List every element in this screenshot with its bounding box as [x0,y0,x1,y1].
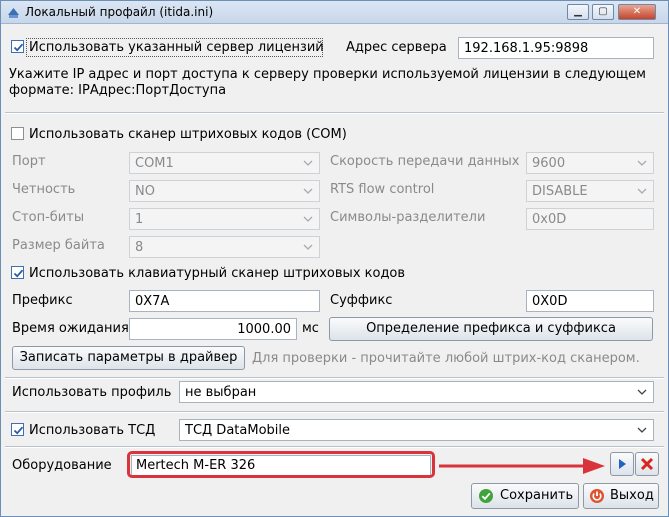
chevron-down-icon [303,160,313,166]
write-to-driver-button[interactable]: Записать параметры в драйвер [12,346,245,370]
use-keyboard-scanner-checkbox[interactable] [11,266,24,279]
checkmark-icon [13,269,24,278]
chevron-down-icon [303,188,313,194]
server-address-label: Адрес сервера [346,40,447,55]
baud-rate-value: 9600 [532,156,566,171]
chevron-down-icon [637,389,647,395]
equipment-label: Оборудование [12,458,112,473]
detect-prefix-suffix-button[interactable]: Определение префикса и суффикса [329,317,653,341]
suffix-input[interactable]: 0X0D [526,290,654,312]
delete-icon [640,457,654,471]
stop-bits-label: Стоп-биты [12,210,85,225]
stop-bits-value: 1 [135,212,144,227]
baud-rate-select[interactable]: 9600 [526,152,654,174]
chevron-down-icon [303,216,313,222]
timeout-input[interactable]: 1000.00 [129,318,297,340]
chevron-down-icon [303,244,313,250]
app-icon [8,8,19,18]
window-title: Локальный профайл (itida.ini) [25,5,214,19]
divider [5,377,664,379]
timeout-unit: мс [302,321,319,336]
play-icon [619,459,626,469]
use-license-server-label[interactable]: Использовать указанный сервер лицензий [29,40,324,55]
baud-rate-label: Скорость передачи данных [330,154,520,169]
divider [5,112,664,114]
prefix-label: Префикс [12,293,73,308]
clear-equipment-button[interactable] [635,452,659,476]
checkmark-icon [13,426,24,435]
use-tsd-checkbox[interactable] [11,423,24,436]
prefix-input[interactable]: 0X7A [129,290,320,312]
exit-button[interactable]: Выход [583,483,659,509]
use-com-scanner-label[interactable]: Использовать сканер штриховых кодов (COM… [29,127,347,142]
use-keyboard-scanner-label[interactable]: Использовать клавиатурный сканер штрихов… [29,266,405,281]
divider [5,446,664,448]
profile-value: не выбран [185,385,257,400]
chevron-down-icon [637,427,647,433]
title-bar: Локальный профайл (itida.ini) ▁ ▢ ✕ [1,1,668,24]
save-button[interactable]: Сохранить [471,483,579,509]
suffix-label: Суффикс [330,293,393,308]
delimiters-input[interactable]: 0x0D [526,208,654,230]
write-hint: Для проверки - прочитайте любой штрих-ко… [252,351,640,366]
rts-flow-select[interactable]: DISABLE [526,180,654,202]
maximize-icon[interactable]: ▢ [592,4,614,20]
exit-button-label: Выход [610,488,654,503]
port-value: COM1 [135,156,174,171]
use-tsd-label[interactable]: Использовать ТСД [29,423,155,438]
tsd-value: ТСД DataMobile [185,423,290,438]
parity-label: Четность [12,182,76,197]
server-address-input[interactable]: 192.168.1.95:9898 [458,37,654,59]
minimize-icon[interactable]: ▁ [567,4,589,20]
stop-bits-select[interactable]: 1 [129,208,320,230]
chevron-down-icon [637,188,647,194]
byte-size-value: 8 [135,240,144,255]
chevron-down-icon [637,160,647,166]
power-icon [590,489,604,503]
timeout-label: Время ожидания [12,321,129,336]
license-hint-line2: формате: IPАдрес:ПортДоступа [9,83,227,98]
delimiters-label: Символы-разделители [330,210,486,225]
rts-flow-label: RTS flow control [330,182,435,197]
byte-size-label: Размер байта [12,238,105,253]
arrow-right-icon [439,458,605,474]
checkmark-icon [13,43,24,52]
highlight-frame [127,451,435,478]
parity-value: NO [135,184,155,199]
byte-size-select[interactable]: 8 [129,236,320,258]
license-hint-line1: Укажите IP адрес и порт доступа к сервер… [9,67,646,82]
port-label: Порт [12,154,46,169]
divider [5,411,664,413]
dialog-window: Локальный профайл (itida.ini) ▁ ▢ ✕ Испо… [0,0,669,517]
close-icon[interactable]: ✕ [618,4,656,20]
profile-label: Использовать профиль [12,385,172,400]
rts-flow-value: DISABLE [532,184,588,199]
select-equipment-button[interactable] [610,452,634,476]
use-license-server-checkbox[interactable] [11,40,24,53]
port-select[interactable]: COM1 [129,152,320,174]
profile-select[interactable]: не выбран [179,381,654,403]
save-button-label: Сохранить [500,488,574,503]
use-com-scanner-checkbox[interactable] [11,127,24,140]
check-circle-icon [479,489,493,503]
tsd-select[interactable]: ТСД DataMobile [179,419,654,441]
parity-select[interactable]: NO [129,180,320,202]
